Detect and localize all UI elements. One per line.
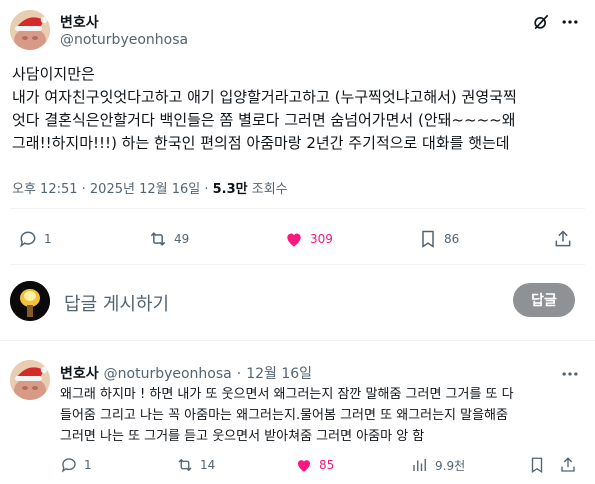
reply-author-name[interactable]: 변호사 [60,363,99,383]
bookmark-action[interactable]: 86 [418,229,459,249]
separator-dot: · [236,366,242,382]
reply-compose-input[interactable]: 답글 게시하기 [64,290,169,316]
like-count: 309 [310,232,333,246]
divider [10,208,585,209]
reply-reply-action[interactable]: 1 [60,456,92,474]
candle-avatar-icon [10,281,50,321]
post-timestamp[interactable]: 오후 12:51 · 2025년 12월 16일 · [12,182,213,197]
like-icon [287,233,301,247]
author-handle[interactable]: @noturbyeonhosa [60,32,188,48]
user-avatar[interactable] [10,281,50,321]
post-text-line: 사담이지만은 [12,65,95,83]
share-icon [555,230,571,247]
reply-text-line: 들어줌 그리고 나는 꼭 아줌마는 왜그러는지.물어봄 그러면 또 왜그러는지 … [60,408,508,423]
like-icon [298,460,310,472]
reply-repost-count: 14 [200,458,216,472]
divider [0,340,595,341]
reply-more-icon[interactable] [560,364,580,384]
reply-action[interactable]: 1 [18,229,52,249]
reply-share-action[interactable] [559,456,583,474]
reply-like-action[interactable]: 85 [295,456,334,474]
reply-submit-button[interactable]: 답글 [513,283,575,317]
author-avatar[interactable] [10,10,50,50]
author-name[interactable]: 변호사 [60,12,99,32]
reply-icon [61,458,76,473]
views-label: 조회수 [247,182,288,197]
post-meta: 오후 12:51 · 2025년 12월 16일 · 5.3만 조회수 [12,178,288,197]
post-text-line: 엇다 결혼식은안할거다 백인들은 쫌 별로다 그러면 숨넘어가면서 (안돼~~~… [12,111,516,129]
reply-reply-count: 1 [84,458,92,472]
repost-icon [178,458,192,472]
reply-author-avatar[interactable] [10,360,50,400]
divider [10,264,585,265]
reply-text-line: 그러면 나는 또 그거를 듣고 웃으면서 받아쳐줌 그러면 아줌마 앙 함 [60,429,425,444]
reply-icon [20,231,36,248]
share-icon [561,457,575,472]
santa-hat-avatar-icon [10,10,50,50]
reply-text-line: 왜그래 하지마 ! 하면 내가 또 웃으면서 왜그러는지 잠깐 말해줌 그러면 … [60,387,514,402]
reply-views-action[interactable]: 9.9천 [411,456,465,474]
reply-date[interactable]: 12월 16일 [246,363,312,383]
post-text-line: 내가 여자친구잇엇다고하고 애기 입양할거라고하고 (누구찍엇냐고해서) 권영국… [12,88,517,106]
views-icon [413,459,426,471]
bookmark-icon [531,457,543,474]
reply-views-count: 9.9천 [435,458,466,473]
repost-action[interactable]: 49 [148,229,189,249]
share-action[interactable] [553,229,579,249]
reply-header: 변호사 @noturbyeonhosa · 12월 16일 [60,363,312,383]
reply-count: 1 [44,232,52,246]
grok-icon[interactable] [531,12,551,32]
repost-count: 49 [174,232,190,246]
post-text-line: 그래!!하지마!!!) 하는 한국인 편의점 아줌마랑 2년간 주기적으로 대화… [12,134,510,152]
views-count: 5.3만 [212,182,248,197]
more-icon[interactable] [560,12,580,32]
reply-author-handle[interactable]: @noturbyeonhosa [104,366,232,382]
like-action[interactable]: 309 [284,229,333,249]
reply-bookmark-action[interactable] [528,456,552,474]
bookmark-count: 86 [444,232,460,246]
reply-repost-action[interactable]: 14 [176,456,215,474]
repost-icon [150,232,166,246]
reply-like-count: 85 [319,458,335,472]
santa-hat-avatar-icon [10,360,50,400]
bookmark-icon [422,230,434,248]
